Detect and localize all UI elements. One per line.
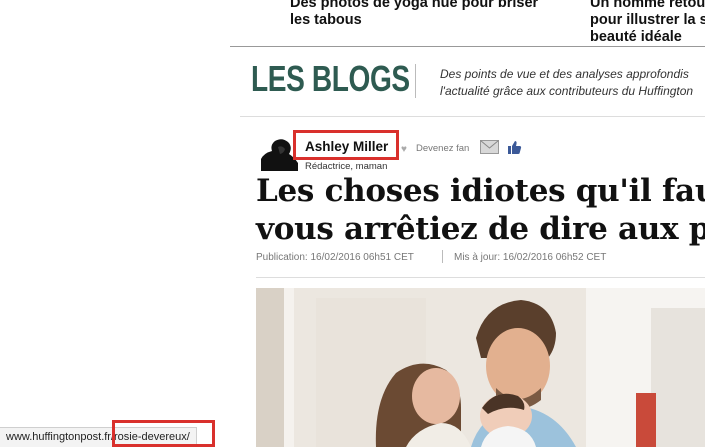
article-headline-line-2: vous arrêtiez de dire aux pa bbox=[256, 211, 705, 247]
article-hero-image bbox=[256, 288, 705, 447]
blogs-tagline: Des points de vue et des analyses approf… bbox=[440, 66, 693, 100]
heart-icon[interactable]: ♥ bbox=[401, 144, 407, 155]
become-fan-link[interactable]: Devenez fan bbox=[416, 143, 469, 154]
facebook-like-icon[interactable] bbox=[507, 140, 522, 155]
related-article-line-1: Un homme retouc bbox=[590, 0, 705, 11]
publication-date: Publication: 16/02/2016 06h51 CET bbox=[256, 252, 414, 263]
related-article-line-3: beauté idéale bbox=[590, 29, 682, 45]
meta-separator bbox=[442, 250, 443, 263]
section-divider bbox=[230, 46, 705, 47]
blogs-tagline-line-2: l'actualité grâce aux contributeurs du H… bbox=[440, 84, 694, 98]
logo-divider bbox=[415, 64, 416, 98]
related-article-link-retouche[interactable]: Un homme retouc pour illustrer la s beau… bbox=[590, 0, 705, 46]
url-highlight-box bbox=[112, 420, 215, 447]
mail-icon[interactable] bbox=[480, 140, 499, 154]
article-headline-line-1: Les choses idiotes qu'il faut bbox=[256, 173, 705, 209]
updated-date: Mis à jour: 16/02/2016 06h52 CET bbox=[454, 252, 607, 263]
author-role: Rédactrice, maman bbox=[305, 161, 388, 172]
article-headline: Les choses idiotes qu'il faut vous arrêt… bbox=[256, 172, 705, 248]
les-blogs-logo[interactable]: LES BLOGS bbox=[251, 58, 410, 100]
related-article-link-yoga[interactable]: Des photos de yoga nue pour briser les t… bbox=[290, 0, 550, 29]
author-name-link[interactable]: Ashley Miller bbox=[305, 139, 388, 154]
header-divider bbox=[240, 116, 705, 117]
blogs-tagline-line-1: Des points de vue et des analyses approf… bbox=[440, 67, 689, 81]
related-article-line-2: pour illustrer la s bbox=[590, 12, 705, 28]
meta-divider bbox=[256, 277, 705, 278]
